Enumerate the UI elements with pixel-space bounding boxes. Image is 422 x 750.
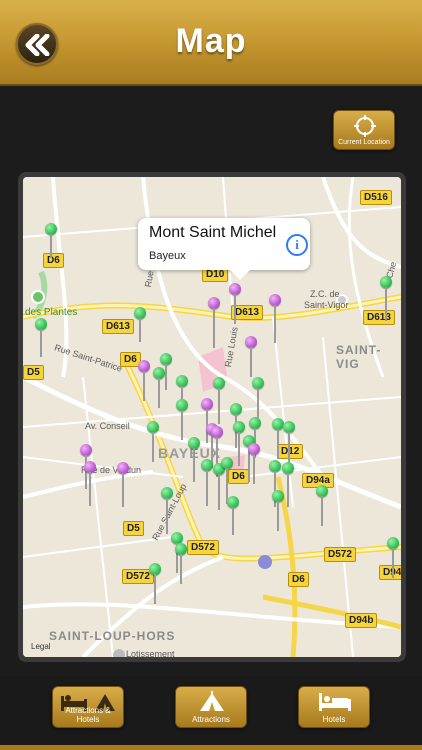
bottom-tab-bar: Attractions & Hotels Attractions Hotels [0,676,422,750]
road-label: D94b [345,613,378,628]
road-label: D613 [363,310,395,325]
place-label: SAINT-LOUP-HORS [49,629,176,643]
map-frame: D6 D613 D6 D5 D613 D613 D516 D10 D12 D94… [18,172,406,662]
legal-link[interactable]: Legal [31,642,51,651]
road-label: D572 [324,547,356,562]
current-location-label: Current Location [338,139,390,146]
road-label: D5 [23,365,44,380]
info-icon[interactable]: i [286,234,308,256]
road-label: D572 [187,540,219,555]
road-label: D6 [288,572,309,587]
road-label: D94 [379,565,401,580]
tab-attractions[interactable]: Attractions [175,686,247,728]
street-label: Av. Conseil [85,421,130,431]
tree-icon [31,290,45,304]
page-title: Map [175,22,247,60]
bottom-strip [0,745,422,750]
current-location-button[interactable]: Current Location [333,110,395,150]
road-label: D6 [228,469,249,484]
map-view[interactable]: D6 D613 D6 D5 D613 D613 D516 D10 D12 D94… [23,177,401,657]
tent-icon [200,691,224,711]
tab-label: Attractions & Hotels [65,706,111,724]
place-label: Z.C. de [310,289,340,299]
place-label: SAINT-VIG [336,343,382,371]
map-callout[interactable]: Mont Saint Michel Bayeux i [138,218,310,280]
tab-hotels[interactable]: Hotels [298,686,370,728]
app-screen: Map Current Location D6 D613 D6 D5 D613 … [0,0,422,750]
callout-subtitle: Bayeux [149,250,186,262]
road-label: D6 [43,253,64,268]
tab-label: Hotels [322,715,346,724]
place-label: Saint-Vigor [304,300,349,310]
road-label: D613 [102,319,134,334]
road-label: D5 [123,521,144,536]
tab-attractions-hotels[interactable]: Attractions & Hotels [52,686,124,728]
road-label: D516 [360,190,392,205]
park-label: des Plantes [25,307,78,318]
header-bar: Map [0,0,422,86]
bed-icon [319,693,351,711]
callout-title: Mont Saint Michel [149,224,277,241]
crosshair-icon [354,115,376,137]
place-label: Lotissement [126,649,175,657]
tab-label: Attractions [192,715,230,724]
road-label: D12 [277,444,304,459]
